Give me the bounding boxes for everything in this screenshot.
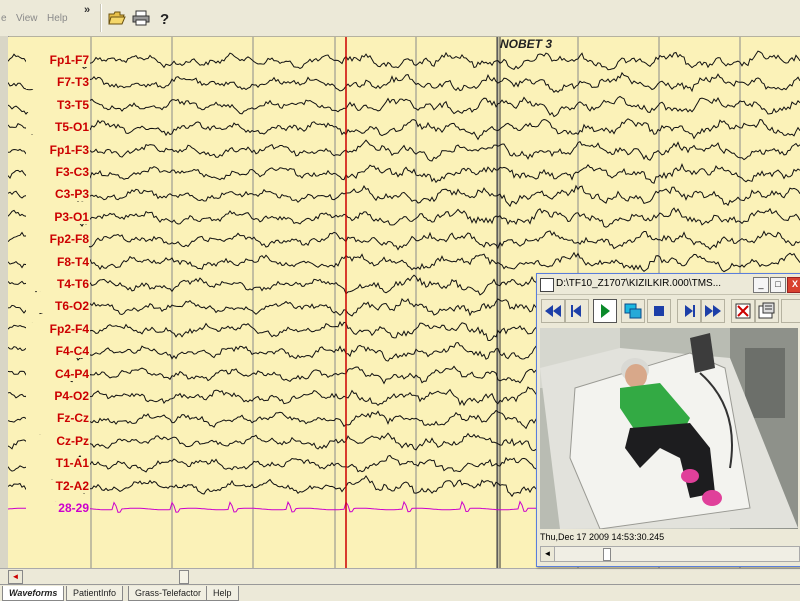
channel-label-fp1-f7[interactable]: Fp1-F7	[26, 54, 90, 67]
tab-waveforms[interactable]: Waveforms	[2, 586, 65, 601]
channel-label-fp1-f3[interactable]: Fp1-F3	[26, 143, 90, 157]
open-folder-icon[interactable]	[108, 9, 126, 27]
step-back-icon	[571, 305, 581, 317]
channel-label-cz-pz[interactable]: Cz-Pz	[26, 434, 90, 448]
channel-label-t6-o2[interactable]: T6-O2	[26, 300, 90, 314]
play-icon	[601, 304, 610, 318]
loop-button[interactable]	[621, 299, 645, 323]
channel-label-c3-p3[interactable]: C3-P3	[26, 188, 90, 202]
toolbar-separator	[100, 4, 102, 32]
eeg-trace-t3-t5	[8, 95, 800, 118]
close-button[interactable]: X	[787, 277, 800, 293]
channel-label-t3-t5[interactable]: T3-T5	[26, 98, 90, 112]
eeg-trace-f8-t4	[8, 251, 800, 273]
channel-label-t1-a1[interactable]: T1-A1	[26, 457, 90, 471]
channel-label-f8-t4[interactable]: F8-T4	[26, 255, 90, 269]
step-forward-icon	[685, 305, 695, 317]
channel-label-fp2-f8[interactable]: Fp2-F8	[26, 233, 90, 247]
channel-label-28-29[interactable]: 28-29	[26, 502, 90, 515]
patient-video-image	[540, 328, 798, 529]
channel-label-f3-c3[interactable]: F3-C3	[26, 166, 90, 179]
loop-icon	[624, 303, 642, 319]
scroll-left-arrow-icon[interactable]: ◄	[8, 570, 23, 584]
channel-label-c4-p4[interactable]: C4-P4	[26, 367, 90, 381]
channel-label-fp2-f4[interactable]: Fp2-F4	[26, 322, 90, 336]
eeg-trace-c3-p3	[8, 184, 800, 208]
extra-tool-button[interactable]	[781, 299, 800, 323]
tab-bar: Waveforms PatientInfo Grass-Telefactor H…	[0, 584, 800, 601]
eeg-trace-t5-o1	[8, 118, 800, 141]
video-controls-toolbar	[537, 296, 800, 326]
print-icon[interactable]	[132, 9, 150, 27]
play-button[interactable]	[593, 299, 617, 323]
fullscreen-button[interactable]	[731, 299, 755, 323]
menu-item-edit[interactable]: e	[1, 13, 7, 24]
fast-forward-icon	[705, 305, 721, 317]
eeg-trace-fp1-f7	[8, 50, 800, 71]
tab-grass-telefactor[interactable]: Grass-Telefactor	[128, 586, 209, 601]
step-forward-button[interactable]	[677, 299, 701, 323]
snapshot-button[interactable]	[755, 299, 779, 323]
maximize-button[interactable]: □	[770, 277, 786, 293]
menu-item-view[interactable]: View	[16, 13, 38, 24]
video-timestamp: Thu,Dec 17 2009 14:53:30.245	[540, 532, 665, 542]
fullscreen-icon	[735, 303, 751, 319]
video-window-title: D:\TF10_Z1707\KIZILKIR.000\TMS...	[556, 278, 722, 289]
stop-button[interactable]	[647, 299, 671, 323]
rewind-icon	[545, 305, 561, 317]
tab-patientinfo[interactable]: PatientInfo	[66, 586, 124, 601]
eeg-trace-fp1-f3	[8, 139, 800, 162]
video-title-bar[interactable]: D:\TF10_Z1707\KIZILKIR.000\TMS... _ □ X	[537, 274, 800, 295]
channel-label-t4-t6[interactable]: T4-T6	[26, 278, 90, 291]
eeg-trace-f7-t3	[8, 71, 800, 93]
fast-forward-button[interactable]	[701, 299, 725, 323]
channel-label-f4-c4[interactable]: F4-C4	[26, 345, 90, 359]
video-scroll-left-arrow-icon[interactable]: ◄	[541, 547, 555, 561]
channel-label-p3-o1[interactable]: P3-O1	[26, 210, 90, 224]
patient-video-frame	[540, 328, 798, 529]
eeg-trace-fp2-f8	[8, 230, 800, 251]
channel-label-t5-o1[interactable]: T5-O1	[26, 121, 90, 135]
minimize-button[interactable]: _	[753, 277, 769, 293]
svg-text:?: ?	[160, 11, 169, 27]
window-app-icon	[540, 278, 554, 292]
event-marker-label: NOBET 3	[500, 37, 553, 51]
channel-label-t2-a2[interactable]: T2-A2	[26, 479, 90, 493]
channel-label-p4-o2[interactable]: P4-O2	[26, 390, 90, 403]
eeg-trace-f3-c3	[8, 163, 800, 184]
menu-item-help[interactable]: Help	[47, 13, 68, 24]
step-back-button[interactable]	[565, 299, 589, 323]
video-position-scrollbar[interactable]: ◄	[540, 546, 800, 562]
video-scroll-thumb[interactable]	[603, 548, 611, 561]
video-window[interactable]: D:\TF10_Z1707\KIZILKIR.000\TMS... _ □ X	[536, 273, 800, 567]
channel-label-f7-t3[interactable]: F7-T3	[26, 76, 90, 90]
rewind-button[interactable]	[541, 299, 565, 323]
snapshot-icon	[758, 302, 775, 319]
horizontal-scrollbar[interactable]: ◄	[0, 568, 800, 584]
help-icon[interactable]: ?	[156, 9, 174, 27]
menu-overflow-chevron[interactable]: »	[84, 4, 90, 16]
menu-toolbar-bar: e View Help » ?	[0, 0, 800, 37]
stop-icon	[654, 306, 664, 316]
channel-label-fz-cz[interactable]: Fz-Cz	[26, 412, 90, 426]
scroll-thumb[interactable]	[179, 570, 189, 584]
eeg-trace-p3-o1	[8, 207, 800, 228]
tab-help[interactable]: Help	[206, 586, 239, 601]
